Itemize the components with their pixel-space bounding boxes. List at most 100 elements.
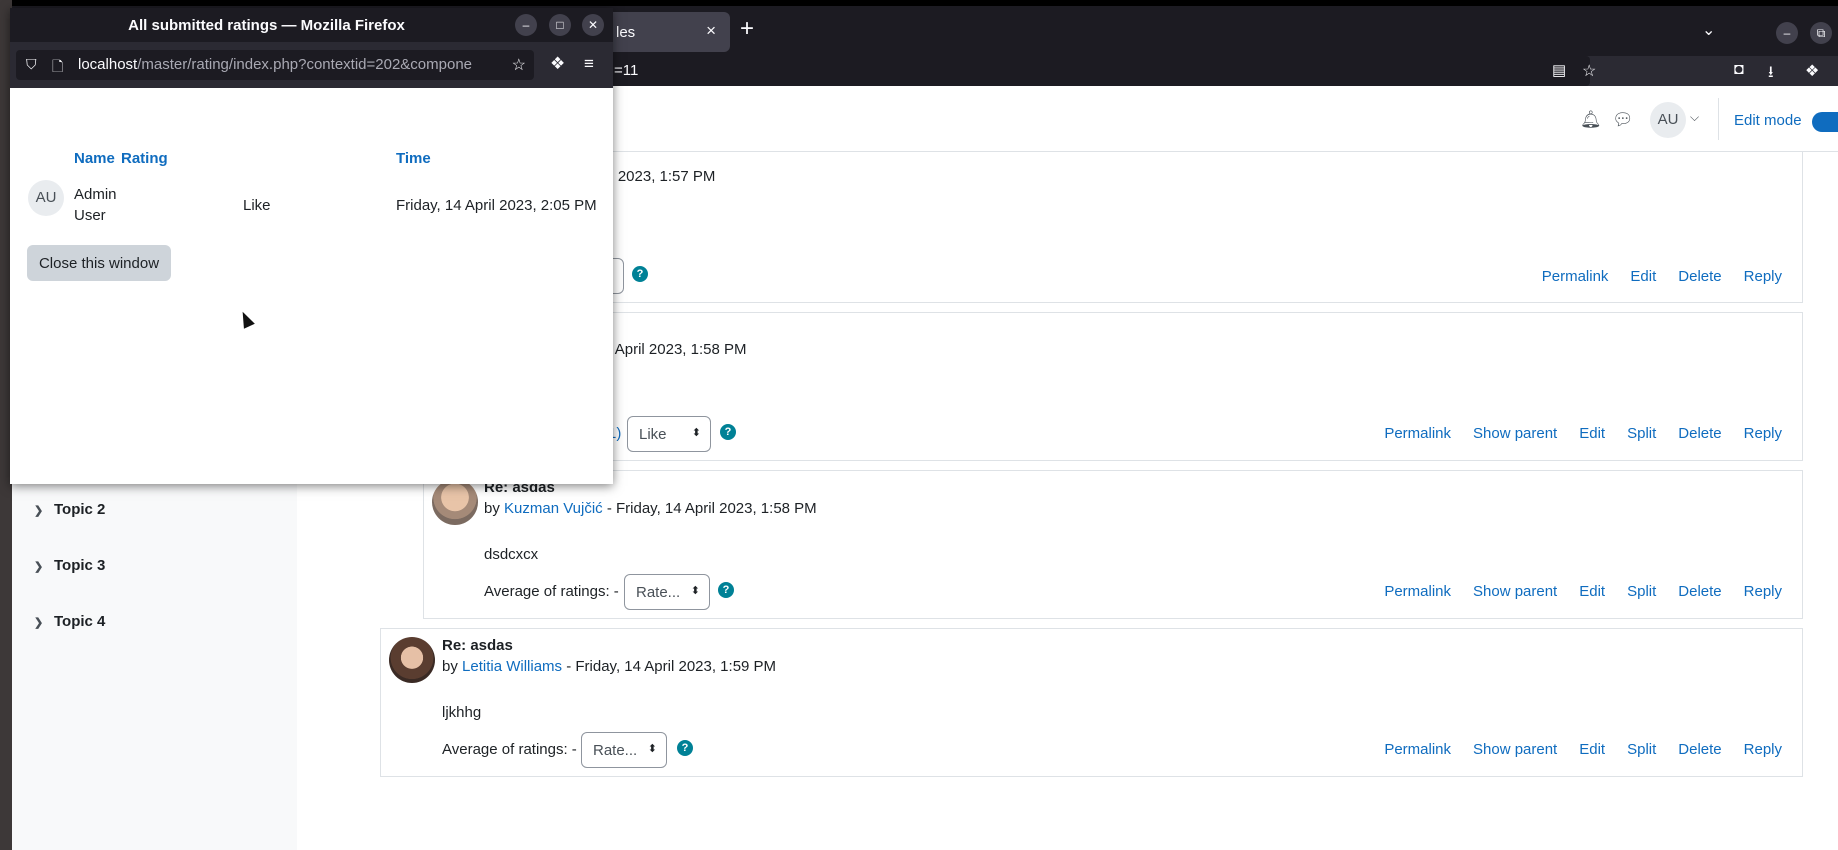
rater-avatar[interactable]: AU bbox=[28, 180, 64, 216]
tab-title: les bbox=[616, 24, 636, 41]
edit-link[interactable]: Edit bbox=[1579, 741, 1605, 758]
popup-url-text: localhost/master/rating/index.php?contex… bbox=[78, 56, 473, 73]
chevron-down-icon[interactable]: ❯ bbox=[34, 560, 54, 573]
select-arrow-icon: ⬍ bbox=[647, 743, 657, 755]
reply-link[interactable]: Reply bbox=[1744, 583, 1782, 600]
browser-tab[interactable]: les × bbox=[600, 12, 730, 52]
select-arrow-icon: ⬍ bbox=[690, 585, 700, 597]
close-icon[interactable]: ✕ bbox=[582, 14, 604, 36]
rating-value: Like bbox=[243, 197, 271, 214]
rating-select[interactable]: Like ⬍ bbox=[627, 416, 711, 452]
messages-icon[interactable]: 💬︎ bbox=[1612, 110, 1634, 130]
reply-link[interactable]: Reply bbox=[1744, 425, 1782, 442]
post-byline: by Letitia Williams - Friday, 14 April 2… bbox=[442, 658, 777, 675]
forum-post: ril 2023, 1:57 PM ? Permalink Edit Delete R… bbox=[423, 152, 1803, 303]
permalink-link[interactable]: Permalink bbox=[1542, 268, 1609, 285]
post-title: Re: asdas bbox=[442, 637, 513, 654]
forum-post: Re: asdas by Kuzman Vujčić - Friday, 14 … bbox=[423, 470, 1803, 619]
show-parent-link[interactable]: Show parent bbox=[1473, 425, 1557, 442]
delete-link[interactable]: Delete bbox=[1678, 425, 1721, 442]
split-link[interactable]: Split bbox=[1627, 741, 1656, 758]
extensions-icon[interactable]: ❖ bbox=[550, 54, 565, 74]
maximize-icon[interactable]: □ bbox=[549, 14, 571, 36]
help-icon[interactable]: ? bbox=[632, 266, 648, 282]
sidebar-item-topic-4[interactable]: ❯ Topic 4 bbox=[34, 613, 105, 630]
page-info-icon[interactable]: 🗋︎ bbox=[52, 56, 63, 80]
ratings-popup-window: All submitted ratings — Mozilla Firefox … bbox=[10, 8, 613, 484]
permalink-link[interactable]: Permalink bbox=[1384, 741, 1451, 758]
popup-navigation-bar: ⛉ 🗋︎ localhost/master/rating/index.php?c… bbox=[10, 42, 613, 88]
post-byline: ril 2023, 1:57 PM bbox=[602, 168, 716, 185]
popup-titlebar: All submitted ratings — Mozilla Firefox … bbox=[10, 8, 613, 42]
edit-link[interactable]: Edit bbox=[1630, 268, 1656, 285]
author-link[interactable]: Kuzman Vujčić bbox=[504, 500, 603, 517]
new-tab-icon[interactable]: + bbox=[740, 17, 754, 41]
minimize-icon[interactable]: – bbox=[1776, 22, 1798, 44]
select-arrow-icon: ⬍ bbox=[691, 427, 701, 439]
bookmark-star-icon[interactable]: ☆ bbox=[1582, 61, 1596, 81]
extensions-icon[interactable]: ❖ bbox=[1805, 61, 1819, 81]
post-actions: Permalink Show parent Edit Split Delete Reply bbox=[1362, 425, 1782, 442]
post-actions: Permalink Show parent Edit Split Delete Reply bbox=[1362, 741, 1782, 758]
author-link[interactable]: Letitia Williams bbox=[462, 658, 562, 675]
column-header-name[interactable]: Name bbox=[74, 150, 115, 167]
permalink-link[interactable]: Permalink bbox=[1384, 425, 1451, 442]
edit-mode-toggle[interactable] bbox=[1812, 112, 1838, 132]
help-icon[interactable]: ? bbox=[720, 424, 736, 440]
url-bar[interactable]: =11 ▤ bbox=[600, 56, 1590, 86]
post-body: ljkhhg bbox=[442, 704, 482, 721]
rating-select[interactable]: Rate... ⬍ bbox=[581, 732, 667, 768]
chevron-down-icon[interactable]: ❯ bbox=[34, 504, 54, 517]
average-rating-label: Average of ratings: - bbox=[442, 741, 577, 758]
tab-close-icon[interactable]: × bbox=[706, 21, 716, 41]
notifications-bell-icon[interactable]: 🔔︎ bbox=[1580, 110, 1602, 130]
pocket-icon[interactable]: ◘ bbox=[1734, 61, 1744, 79]
tracking-shield-icon[interactable]: ⛉ bbox=[26, 56, 37, 73]
show-parent-link[interactable]: Show parent bbox=[1473, 741, 1557, 758]
average-rating-label: Average of ratings: - bbox=[484, 583, 619, 600]
delete-link[interactable]: Delete bbox=[1678, 741, 1721, 758]
rater-name-first[interactable]: Admin bbox=[74, 186, 117, 203]
user-avatar[interactable]: AU bbox=[1650, 102, 1686, 138]
edit-link[interactable]: Edit bbox=[1579, 583, 1605, 600]
url-text: =11 bbox=[614, 62, 639, 79]
ratings-content: Name Rating Time AU Admin User Like Frid… bbox=[10, 88, 613, 484]
column-header-time[interactable]: Time bbox=[396, 150, 431, 167]
minimize-icon[interactable]: – bbox=[515, 14, 537, 36]
reply-link[interactable]: Reply bbox=[1744, 741, 1782, 758]
chevron-down-icon[interactable]: ⌵ bbox=[1690, 110, 1699, 125]
forum-post: Re: asdas by Letitia Williams - Friday, … bbox=[380, 628, 1803, 777]
menu-icon[interactable]: ≡ bbox=[584, 54, 594, 74]
close-window-button[interactable]: Close this window bbox=[27, 245, 171, 281]
split-link[interactable]: Split bbox=[1627, 425, 1656, 442]
reader-view-icon[interactable]: ▤ bbox=[1552, 61, 1566, 79]
restore-icon[interactable]: ⧉ bbox=[1810, 22, 1832, 44]
downloads-icon[interactable]: ⭳ bbox=[1768, 61, 1774, 88]
help-icon[interactable]: ? bbox=[677, 740, 693, 756]
rating-select[interactable]: Rate... ⬍ bbox=[624, 574, 710, 610]
rater-name-last[interactable]: User bbox=[74, 207, 106, 224]
author-avatar[interactable] bbox=[389, 637, 435, 683]
post-actions: Permalink Edit Delete Reply bbox=[1520, 268, 1782, 285]
chevron-down-icon[interactable]: ❯ bbox=[34, 616, 54, 629]
post-body: dsdcxcx bbox=[484, 546, 539, 563]
author-avatar[interactable] bbox=[432, 479, 478, 525]
delete-link[interactable]: Delete bbox=[1678, 583, 1721, 600]
split-link[interactable]: Split bbox=[1627, 583, 1656, 600]
bookmark-star-icon[interactable]: ☆ bbox=[511, 55, 526, 75]
post-byline: by Kuzman Vujčić - Friday, 14 April 2023… bbox=[484, 500, 817, 517]
permalink-link[interactable]: Permalink bbox=[1384, 583, 1451, 600]
rating-time: Friday, 14 April 2023, 2:05 PM bbox=[396, 197, 597, 214]
popup-url-bar[interactable]: ⛉ 🗋︎ localhost/master/rating/index.php?c… bbox=[16, 50, 534, 80]
list-all-tabs-icon[interactable]: ⌄ bbox=[1702, 20, 1715, 40]
sidebar-item-topic-3[interactable]: ❯ Topic 3 bbox=[34, 557, 105, 574]
help-icon[interactable]: ? bbox=[718, 582, 734, 598]
sidebar-item-topic-2[interactable]: ❯ Topic 2 bbox=[34, 501, 105, 518]
forum-post: y, 14 April 2023, 1:58 PM 1) Like ⬍ ? Per… bbox=[423, 312, 1803, 461]
column-header-rating[interactable]: Rating bbox=[121, 150, 168, 167]
edit-mode-label: Edit mode bbox=[1734, 112, 1802, 129]
reply-link[interactable]: Reply bbox=[1744, 268, 1782, 285]
edit-link[interactable]: Edit bbox=[1579, 425, 1605, 442]
show-parent-link[interactable]: Show parent bbox=[1473, 583, 1557, 600]
delete-link[interactable]: Delete bbox=[1678, 268, 1721, 285]
